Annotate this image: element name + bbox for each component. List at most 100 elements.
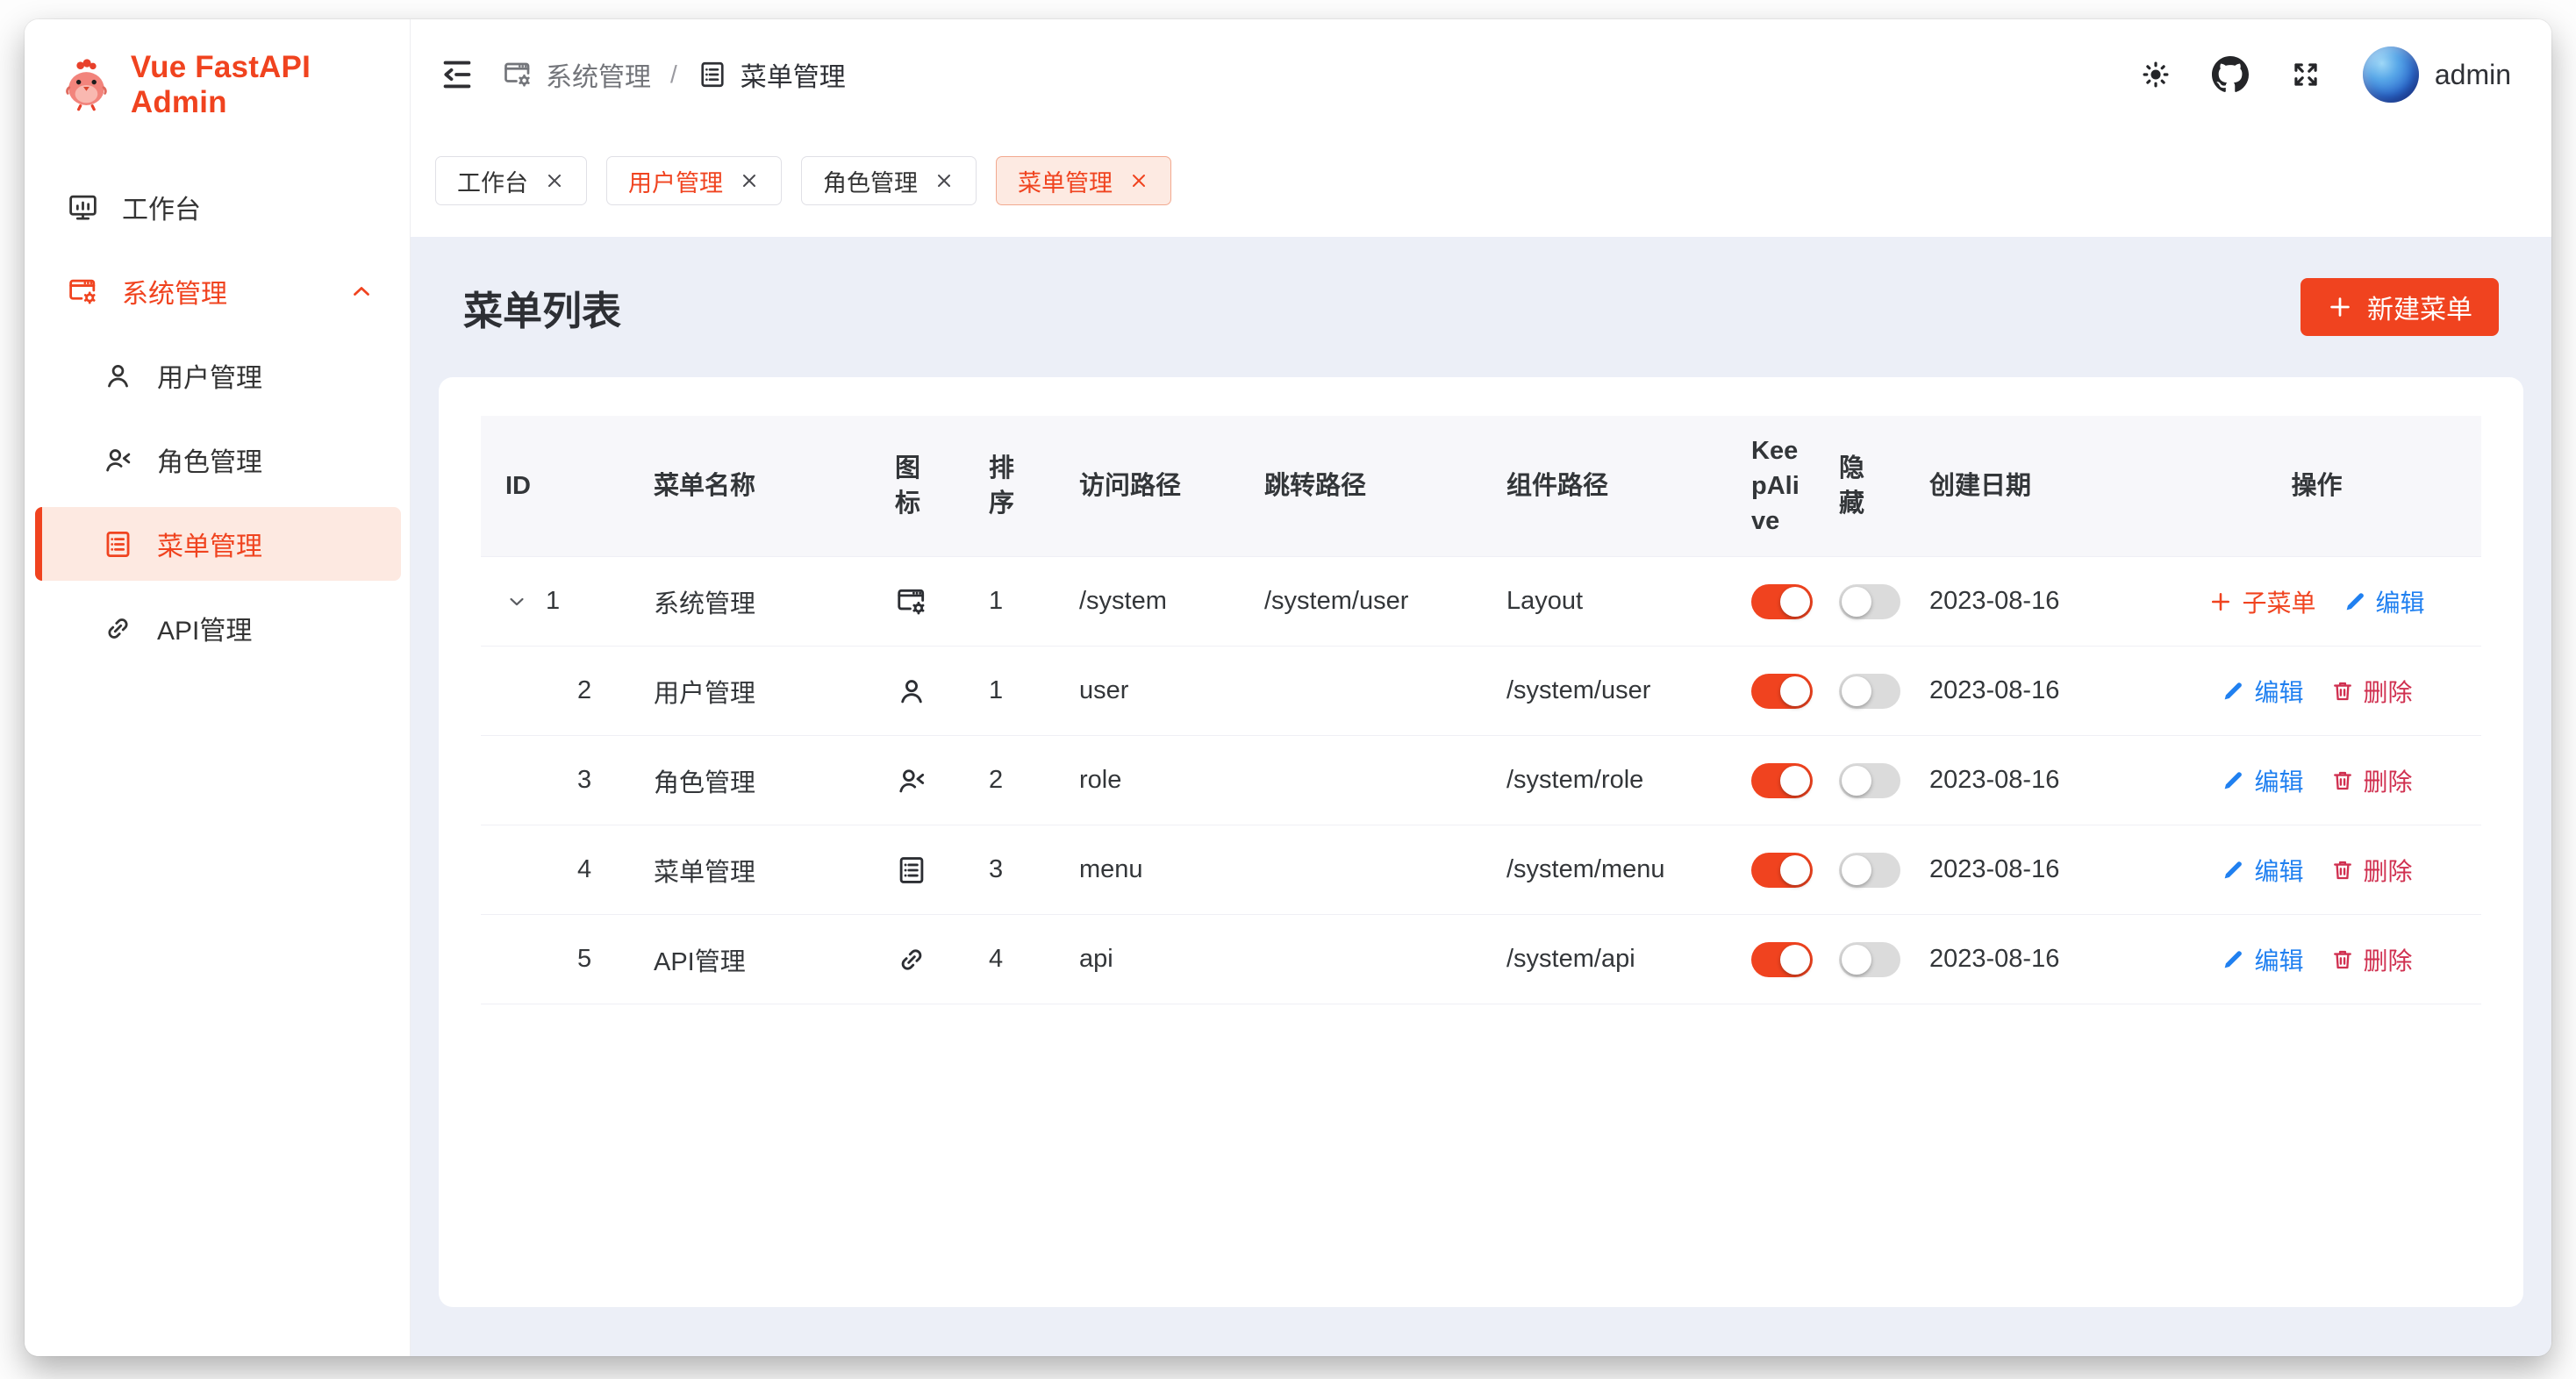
cell-name: API管理 xyxy=(629,915,870,1004)
delete-label: 删除 xyxy=(2364,942,2413,977)
edit-button[interactable]: 编辑 xyxy=(2221,674,2303,709)
cell-date: 2023-08-16 xyxy=(1905,825,2152,915)
hidden-toggle[interactable] xyxy=(1839,853,1900,888)
cell-redirect xyxy=(1240,825,1482,915)
tab-menus[interactable]: 菜单管理 xyxy=(996,156,1171,205)
system-icon xyxy=(502,59,533,90)
plus-icon xyxy=(2327,294,2353,320)
edit-button[interactable]: 编辑 xyxy=(2221,763,2303,798)
tab-workbench[interactable]: 工作台 xyxy=(435,156,587,205)
chick-logo-icon xyxy=(58,56,115,114)
edit-label: 编辑 xyxy=(2254,674,2303,709)
hidden-toggle[interactable] xyxy=(1839,674,1900,709)
keepalive-toggle[interactable] xyxy=(1751,763,1813,798)
close-icon[interactable] xyxy=(934,170,955,191)
keepalive-toggle[interactable] xyxy=(1751,853,1813,888)
app-logo[interactable]: Vue FastAPI Admin xyxy=(25,19,410,151)
header-actions: admin xyxy=(2100,46,2511,103)
breadcrumb-item-menus[interactable]: 菜单管理 xyxy=(697,55,846,94)
pencil-icon xyxy=(2221,947,2245,972)
cell-date: 2023-08-16 xyxy=(1905,736,2152,825)
table-card: ID 菜单名称 图标 排序 访问路径 跳转路径 组件路径 KeepAlive 隐… xyxy=(439,377,2523,1307)
chevron-up-icon xyxy=(348,278,375,304)
theme-toggle-icon[interactable] xyxy=(2140,59,2172,90)
cell-order: 4 xyxy=(964,915,1055,1004)
close-icon[interactable] xyxy=(544,170,565,191)
add-submenu-button[interactable]: 子菜单 xyxy=(2208,584,2315,619)
cell-name: 系统管理 xyxy=(629,557,870,647)
close-icon[interactable] xyxy=(739,170,760,191)
sidebar-item-workbench[interactable]: 工作台 xyxy=(35,170,401,244)
sidebar-item-users[interactable]: 用户管理 xyxy=(35,339,401,412)
trash-icon xyxy=(2330,858,2355,882)
app-window: Vue FastAPI Admin 工作台 系统管理 用户管理 角色管理 xyxy=(25,19,2551,1356)
sidebar-item-apis[interactable]: API管理 xyxy=(35,591,401,665)
sidebar-item-label: 用户管理 xyxy=(157,356,262,395)
system-icon xyxy=(67,275,99,308)
trash-icon xyxy=(2330,947,2355,972)
row-expand-icon[interactable] xyxy=(505,590,528,613)
sidebar-item-roles[interactable]: 角色管理 xyxy=(35,423,401,497)
col-icon: 图标 xyxy=(870,416,964,557)
breadcrumb-item-system[interactable]: 系统管理 xyxy=(502,55,651,94)
cell-component: /system/role xyxy=(1482,736,1727,825)
role-icon xyxy=(895,764,928,797)
cell-date: 2023-08-16 xyxy=(1905,557,2152,647)
cell-date: 2023-08-16 xyxy=(1905,915,2152,1004)
close-icon[interactable] xyxy=(1128,170,1149,191)
edit-label: 编辑 xyxy=(2376,584,2425,619)
sidebar-item-system[interactable]: 系统管理 xyxy=(35,254,401,328)
hidden-toggle[interactable] xyxy=(1839,942,1900,977)
edit-button[interactable]: 编辑 xyxy=(2221,942,2303,977)
keepalive-toggle[interactable] xyxy=(1751,584,1813,619)
cell-order: 2 xyxy=(964,736,1055,825)
new-menu-button[interactable]: 新建菜单 xyxy=(2301,278,2499,336)
sidebar: Vue FastAPI Admin 工作台 系统管理 用户管理 角色管理 xyxy=(25,19,411,1356)
edit-label: 编辑 xyxy=(2254,942,2303,977)
delete-button[interactable]: 删除 xyxy=(2330,763,2413,798)
col-date: 创建日期 xyxy=(1905,416,2152,557)
pencil-icon xyxy=(2221,679,2245,704)
cell-component: Layout xyxy=(1482,557,1727,647)
tab-users[interactable]: 用户管理 xyxy=(606,156,782,205)
workbench-icon xyxy=(67,191,99,224)
username[interactable]: admin xyxy=(2435,59,2511,91)
cell-redirect: /system/user xyxy=(1240,557,1482,647)
pencil-icon xyxy=(2221,858,2245,882)
hidden-toggle[interactable] xyxy=(1839,763,1900,798)
cell-id: 5 xyxy=(481,915,629,1004)
role-icon xyxy=(102,444,134,476)
github-icon[interactable] xyxy=(2212,56,2249,93)
table-header: ID 菜单名称 图标 排序 访问路径 跳转路径 组件路径 KeepAlive 隐… xyxy=(481,416,2481,557)
col-order: 排序 xyxy=(964,416,1055,557)
cell-path: role xyxy=(1055,736,1240,825)
delete-label: 删除 xyxy=(2364,763,2413,798)
plus-icon xyxy=(2208,589,2233,614)
col-name: 菜单名称 xyxy=(629,416,870,557)
sidebar-item-label: API管理 xyxy=(157,609,252,647)
edit-button[interactable]: 编辑 xyxy=(2343,584,2425,619)
edit-button[interactable]: 编辑 xyxy=(2221,853,2303,888)
tab-bar: 工作台 用户管理 角色管理 菜单管理 xyxy=(411,130,2551,237)
pencil-icon xyxy=(2343,589,2367,614)
sidebar-item-menus[interactable]: 菜单管理 xyxy=(35,507,401,581)
delete-button[interactable]: 删除 xyxy=(2330,674,2413,709)
edit-label: 编辑 xyxy=(2254,763,2303,798)
new-menu-button-label: 新建菜单 xyxy=(2367,288,2472,326)
hidden-toggle[interactable] xyxy=(1839,584,1900,619)
breadcrumb-label: 菜单管理 xyxy=(741,55,846,94)
cell-redirect xyxy=(1240,915,1482,1004)
col-actions: 操作 xyxy=(2152,416,2481,557)
menu-icon xyxy=(697,59,728,90)
delete-button[interactable]: 删除 xyxy=(2330,942,2413,977)
avatar[interactable] xyxy=(2363,46,2419,103)
keepalive-toggle[interactable] xyxy=(1751,942,1813,977)
trash-icon xyxy=(2330,679,2355,704)
delete-button[interactable]: 删除 xyxy=(2330,853,2413,888)
fullscreen-icon[interactable] xyxy=(2289,58,2322,91)
tab-roles[interactable]: 角色管理 xyxy=(801,156,977,205)
keepalive-toggle[interactable] xyxy=(1751,674,1813,709)
col-path: 访问路径 xyxy=(1055,416,1240,557)
cell-path: user xyxy=(1055,647,1240,736)
sidebar-collapse-icon[interactable] xyxy=(437,54,477,95)
